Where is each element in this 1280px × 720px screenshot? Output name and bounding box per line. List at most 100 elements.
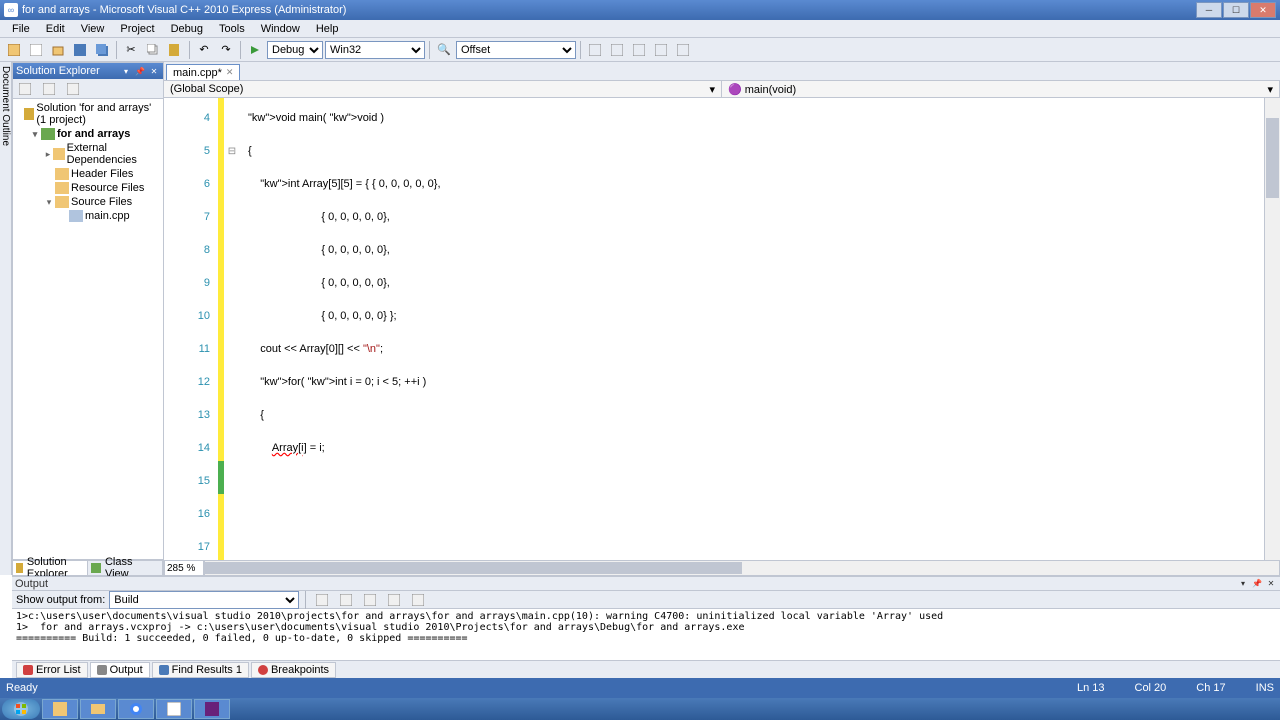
refresh-icon[interactable] [63,79,83,99]
output-tool-4[interactable] [384,590,404,610]
menu-debug[interactable]: Debug [163,21,211,37]
panel-title-text: Output [15,578,48,590]
tool-icon-c[interactable] [629,40,649,60]
panel-close-icon[interactable]: ✕ [148,65,160,77]
properties-icon[interactable] [15,79,35,99]
document-tabs: main.cpp* ✕ [164,62,1280,80]
tree-label: External Dependencies [67,142,161,166]
menu-edit[interactable]: Edit [38,21,73,37]
tree-folder-source[interactable]: ▾Source Files [15,195,161,209]
horizontal-scrollbar[interactable] [204,560,1280,576]
tab-error-list[interactable]: Error List [16,662,88,678]
tree-label: Resource Files [71,182,144,194]
task-vs[interactable] [194,699,230,719]
redo-icon[interactable]: ↷ [216,40,236,60]
tool-icon-e[interactable] [673,40,693,60]
menu-project[interactable]: Project [112,21,162,37]
close-button[interactable]: ✕ [1250,2,1276,18]
code-editor[interactable]: 4567891011121314151617 ⊟ "kw">void main(… [164,98,1280,560]
maximize-button[interactable]: ☐ [1223,2,1249,18]
doc-tab-main[interactable]: main.cpp* ✕ [166,64,240,80]
bottom-tabs: Error List Output Find Results 1 Breakpo… [12,660,1280,678]
tool-icon-a[interactable] [585,40,605,60]
document-outline-strip[interactable]: Document Outline [0,62,12,575]
task-paint[interactable] [156,699,192,719]
tab-solution-explorer[interactable]: Solution Explorer [13,561,88,575]
new-project-icon[interactable] [4,40,24,60]
solution-explorer-title: Solution Explorer ▾ 📌 ✕ [13,63,163,79]
tab-output[interactable]: Output [90,662,150,678]
platform-combo[interactable]: Win32 [325,41,425,59]
save-icon[interactable] [70,40,90,60]
tab-label: Error List [36,664,81,676]
task-explorer[interactable] [42,699,78,719]
panel-pin-icon[interactable]: 📌 [1251,578,1263,590]
cut-icon[interactable]: ✂ [121,40,141,60]
output-tool-1[interactable] [312,590,332,610]
tree-file-main[interactable]: main.cpp [15,209,161,223]
output-panel: Output ▾ 📌 ✕ Show output from: Build 1>c… [12,576,1280,660]
tree-project[interactable]: ▾for and arrays [15,127,161,141]
tab-breakpoints[interactable]: Breakpoints [251,662,336,678]
menubar: File Edit View Project Debug Tools Windo… [0,20,1280,38]
tab-class-view[interactable]: Class View [88,561,163,575]
output-tool-3[interactable] [360,590,380,610]
vertical-scrollbar[interactable] [1264,98,1280,560]
scope-right-combo[interactable]: 🟣 main(void)▾ [722,81,1280,97]
scope-left-combo[interactable]: (Global Scope)▾ [164,81,722,97]
minimize-button[interactable]: ─ [1196,2,1222,18]
panel-dropdown-icon[interactable]: ▾ [1237,578,1249,590]
find-icon[interactable]: 🔍 [434,40,454,60]
offset-combo[interactable]: Offset [456,41,576,59]
code-body[interactable]: "kw">void main( "kw">void ){ "kw">int Ar… [240,98,1264,560]
fold-strip: ⊟ [224,98,240,560]
output-tool-2[interactable] [336,590,356,610]
toolbar-main: ✂ ↶ ↷ Debug Win32 🔍 Offset [0,38,1280,62]
start-button[interactable] [2,699,40,719]
panel-pin-icon[interactable]: 📌 [134,65,146,77]
scope-label: main(void) [745,84,796,96]
menu-file[interactable]: File [4,21,38,37]
open-icon[interactable] [48,40,68,60]
tool-icon-b[interactable] [607,40,627,60]
menu-view[interactable]: View [73,21,113,37]
panel-dropdown-icon[interactable]: ▾ [120,65,132,77]
output-source-combo[interactable]: Build [109,591,299,609]
output-text[interactable]: 1>c:\users\user\documents\visual studio … [12,609,1280,660]
statusbar: Ready Ln 13 Col 20 Ch 17 INS [0,678,1280,698]
tool-icon-d[interactable] [651,40,671,60]
solution-tree[interactable]: Solution 'for and arrays' (1 project) ▾f… [13,99,163,559]
tab-label: Breakpoints [271,664,329,676]
task-folder[interactable] [80,699,116,719]
scroll-thumb[interactable] [205,562,742,574]
start-debug-icon[interactable] [245,40,265,60]
tree-label: Solution 'for and arrays' (1 project) [36,102,161,126]
menu-tools[interactable]: Tools [211,21,253,37]
output-tool-5[interactable] [408,590,428,610]
scope-bar: (Global Scope)▾ 🟣 main(void)▾ [164,80,1280,98]
tree-folder-header[interactable]: Header Files [15,167,161,181]
scroll-thumb[interactable] [1266,118,1279,198]
save-all-icon[interactable] [92,40,112,60]
menu-help[interactable]: Help [308,21,347,37]
tab-find-results[interactable]: Find Results 1 [152,662,249,678]
show-all-icon[interactable] [39,79,59,99]
task-chrome[interactable] [118,699,154,719]
tree-solution[interactable]: Solution 'for and arrays' (1 project) [15,101,161,127]
zoom-level[interactable]: 285 % [164,560,204,576]
config-combo[interactable]: Debug [267,41,323,59]
tree-folder-external[interactable]: ▸External Dependencies [15,141,161,167]
undo-icon[interactable]: ↶ [194,40,214,60]
tree-label: main.cpp [85,210,130,222]
app-icon: ∞ [4,3,18,17]
menu-window[interactable]: Window [253,21,308,37]
copy-icon[interactable] [143,40,163,60]
chevron-down-icon: ▾ [709,83,715,96]
panel-close-icon[interactable]: ✕ [1265,578,1277,590]
output-toolbar: Show output from: Build [12,591,1280,609]
add-item-icon[interactable] [26,40,46,60]
doc-tab-close-icon[interactable]: ✕ [226,67,234,78]
output-title: Output ▾ 📌 ✕ [12,577,1280,591]
tree-folder-resource[interactable]: Resource Files [15,181,161,195]
paste-icon[interactable] [165,40,185,60]
